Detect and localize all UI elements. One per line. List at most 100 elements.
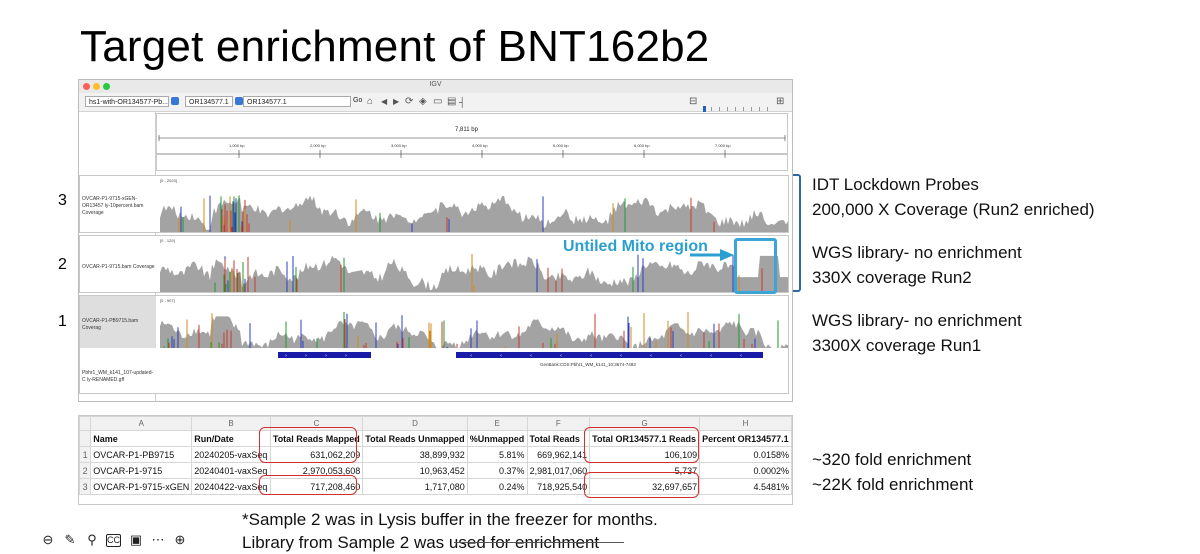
more-options-icon[interactable]: ⋯ (150, 532, 166, 548)
col-letter-d[interactable]: D (362, 416, 468, 431)
camera-icon[interactable]: ▣ (128, 532, 144, 548)
zoom-slider[interactable] (703, 99, 773, 112)
ruler-tick-2: 2,000 bp (310, 143, 326, 148)
header-cell[interactable]: %Unmapped (466, 430, 528, 447)
captions-icon[interactable]: CC (106, 534, 121, 547)
text-strike-line (454, 542, 624, 543)
chromosome-dropdown-icon[interactable] (235, 97, 243, 105)
row-number[interactable]: 1 (78, 446, 92, 463)
annotation-track-2-line2: 330X coverage Run2 (812, 268, 972, 287)
feature-annotation: GenBank:CDS:Pbhr1_WM_k141_10:3674-7493 (540, 362, 636, 367)
arrow-right-icon (690, 249, 734, 261)
zoom-out-icon[interactable]: ⊟ (689, 95, 697, 109)
svg-text:‹: ‹ (680, 353, 682, 359)
footnote-line-2: Library from Sample 2 was used for enric… (242, 533, 600, 552)
table-cell[interactable]: 0.37% (466, 462, 528, 479)
col-letter-f[interactable]: F (526, 416, 591, 431)
go-button[interactable]: Go (353, 97, 362, 104)
annotation-track-2: WGS library- no enrichment 330X coverage… (812, 240, 1022, 290)
coverage-track-3[interactable]: OVCAR-P1-9715-xGEN-OR13457 ly-10percent.… (79, 175, 789, 233)
magnify-icon[interactable]: ⚲ (84, 532, 100, 548)
annotation-track-3-line1: IDT Lockdown Probes (812, 175, 979, 194)
annotation-track-1-line2: 3300X coverage Run1 (812, 336, 982, 355)
col-letter-b[interactable]: B (191, 416, 271, 431)
table-cell[interactable]: 10,963,452 (362, 462, 468, 479)
header-cell[interactable]: Percent OR134577.1 (699, 430, 792, 447)
header-cell[interactable]: Total Reads (526, 430, 591, 447)
ruler-icon[interactable]: ┤ (459, 95, 465, 109)
table-cell[interactable]: 0.24% (466, 478, 528, 495)
col-letter-h[interactable]: H (699, 416, 792, 431)
resize-icon[interactable]: ▭ (433, 95, 442, 109)
ruler-tick-5: 5,000 bp (553, 143, 569, 148)
svg-text:‹: ‹ (710, 353, 712, 359)
ruler-tick-6: 6,000 bp (634, 143, 650, 148)
table-cell[interactable]: 0.0002% (699, 462, 792, 479)
table-cell[interactable]: OVCAR-P1-PB9715 (90, 446, 193, 463)
svg-text:‹: ‹ (650, 353, 652, 359)
ruler-tick-3: 3,000 bp (391, 143, 407, 148)
track-number-2: 2 (58, 256, 67, 273)
fold-enrichment-2: ~22K fold enrichment (812, 475, 974, 494)
ruler-tick-1: 1,000 bp (229, 143, 245, 148)
mito-region-highlight (734, 238, 777, 294)
svg-text:‹: ‹ (590, 353, 592, 359)
cds-feature-bars: › › › › ‹ ‹ ‹ ‹ ‹ ‹ ‹ ‹ ‹ ‹ (278, 352, 763, 359)
table-cell[interactable]: 2,981,017,060 (526, 462, 591, 479)
table-cell[interactable]: 1,717,080 (362, 478, 468, 495)
igv-titlebar: IGV (79, 80, 792, 94)
feature-track[interactable]: Pbhr1_WM_k141_107-updated-C ly-RENAMED.g… (79, 348, 789, 394)
previous-slide-icon[interactable]: ⊖ (40, 532, 56, 548)
svg-text:›: › (345, 353, 347, 359)
refresh-icon[interactable]: ⟳ (405, 95, 413, 109)
ruler-graphic (157, 135, 787, 158)
table-cell[interactable]: 669,962,141 (526, 446, 591, 463)
region-icon[interactable]: ◈ (419, 95, 427, 109)
genome-select[interactable]: hs1-with-OR134577-Pb... (85, 96, 169, 107)
table-cell[interactable]: 20240401-vaxSeq (191, 462, 271, 479)
popup-icon[interactable]: ▤ (447, 95, 456, 109)
col-letter-a[interactable]: A (90, 416, 193, 431)
table-cell[interactable]: 0.0158% (699, 446, 792, 463)
feature-track-label: Pbhr1_WM_k141_107-updated-C ly-RENAMED.g… (82, 370, 154, 383)
track-3-label: OVCAR-P1-9715-xGEN-OR13457 ly-10percent.… (82, 196, 144, 216)
row-number[interactable] (78, 430, 92, 447)
coverage-track-1[interactable]: OVCAR-P1-PB9715.bam Coverag [0 - 907] (79, 295, 789, 353)
igv-window-title: IGV (429, 81, 442, 88)
table-cell[interactable]: 4.5481% (699, 478, 792, 495)
locus-input[interactable]: OR134577.1 (243, 96, 351, 107)
annotation-track-1: WGS library- no enrichment 3300X coverag… (812, 308, 1022, 358)
table-cell[interactable]: OVCAR-P1-9715-xGEN (90, 478, 193, 495)
next-slide-icon[interactable]: ⊕ (172, 532, 188, 548)
header-cell[interactable]: Name (90, 430, 193, 447)
annotation-track-3-line2: 200,000 X Coverage (Run2 enriched) (812, 200, 1095, 219)
corner-cell (78, 416, 92, 431)
track-bracket (793, 174, 801, 292)
table-cell[interactable]: OVCAR-P1-9715 (90, 462, 193, 479)
row-number[interactable]: 2 (78, 462, 92, 479)
table-cell[interactable]: 5.81% (466, 446, 528, 463)
ruler-span: 7,811 bp (453, 127, 480, 133)
zoom-in-icon[interactable]: ⊞ (776, 95, 784, 109)
chromosome-select[interactable]: OR134577.1 (185, 96, 233, 107)
svg-text:‹: ‹ (530, 353, 532, 359)
pen-icon[interactable]: ✎ (62, 532, 78, 548)
coverage-area (160, 195, 788, 232)
fold-enrichment-1: ~320 fold enrichment (812, 450, 972, 469)
table-cell[interactable]: 718,925,540 (526, 478, 591, 495)
svg-text:‹: ‹ (560, 353, 562, 359)
table-cell[interactable]: 38,899,932 (362, 446, 468, 463)
home-icon[interactable]: ⌂ (367, 95, 373, 109)
back-icon[interactable]: ◀ (381, 95, 387, 109)
col-letter-e[interactable]: E (466, 416, 528, 431)
genome-dropdown-icon[interactable] (171, 97, 179, 105)
row-number[interactable]: 3 (78, 478, 92, 495)
forward-icon[interactable]: ▶ (393, 95, 399, 109)
track-3-coverage-plot (160, 195, 788, 232)
svg-text:‹: ‹ (470, 353, 472, 359)
header-cell[interactable]: Total Reads Unmapped (362, 430, 468, 447)
highlight-or-reads-header (584, 427, 699, 463)
svg-text:›: › (305, 353, 307, 359)
svg-text:‹: ‹ (620, 353, 622, 359)
svg-text:‹: ‹ (500, 353, 502, 359)
